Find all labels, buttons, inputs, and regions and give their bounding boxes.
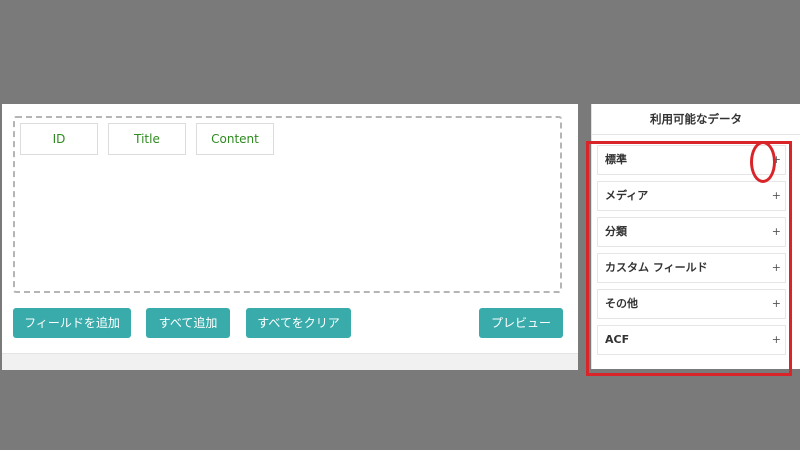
panel-footer — [2, 353, 578, 370]
preview-button[interactable]: プレビュー — [479, 308, 563, 338]
add-field-button[interactable]: フィールドを追加 — [13, 308, 131, 338]
field-dropzone[interactable]: ID Title Content — [13, 116, 562, 293]
field-builder-panel: ID Title Content フィールドを追加 すべて追加 すべてをクリア … — [2, 104, 578, 370]
highlight-ellipse — [750, 141, 776, 183]
field-chip-content[interactable]: Content — [196, 123, 274, 155]
field-chip-title[interactable]: Title — [108, 123, 186, 155]
field-chip-id[interactable]: ID — [20, 123, 98, 155]
clear-all-button[interactable]: すべてをクリア — [246, 308, 351, 338]
add-all-button[interactable]: すべて追加 — [146, 308, 230, 338]
sidebar-title: 利用可能なデータ — [592, 104, 800, 135]
